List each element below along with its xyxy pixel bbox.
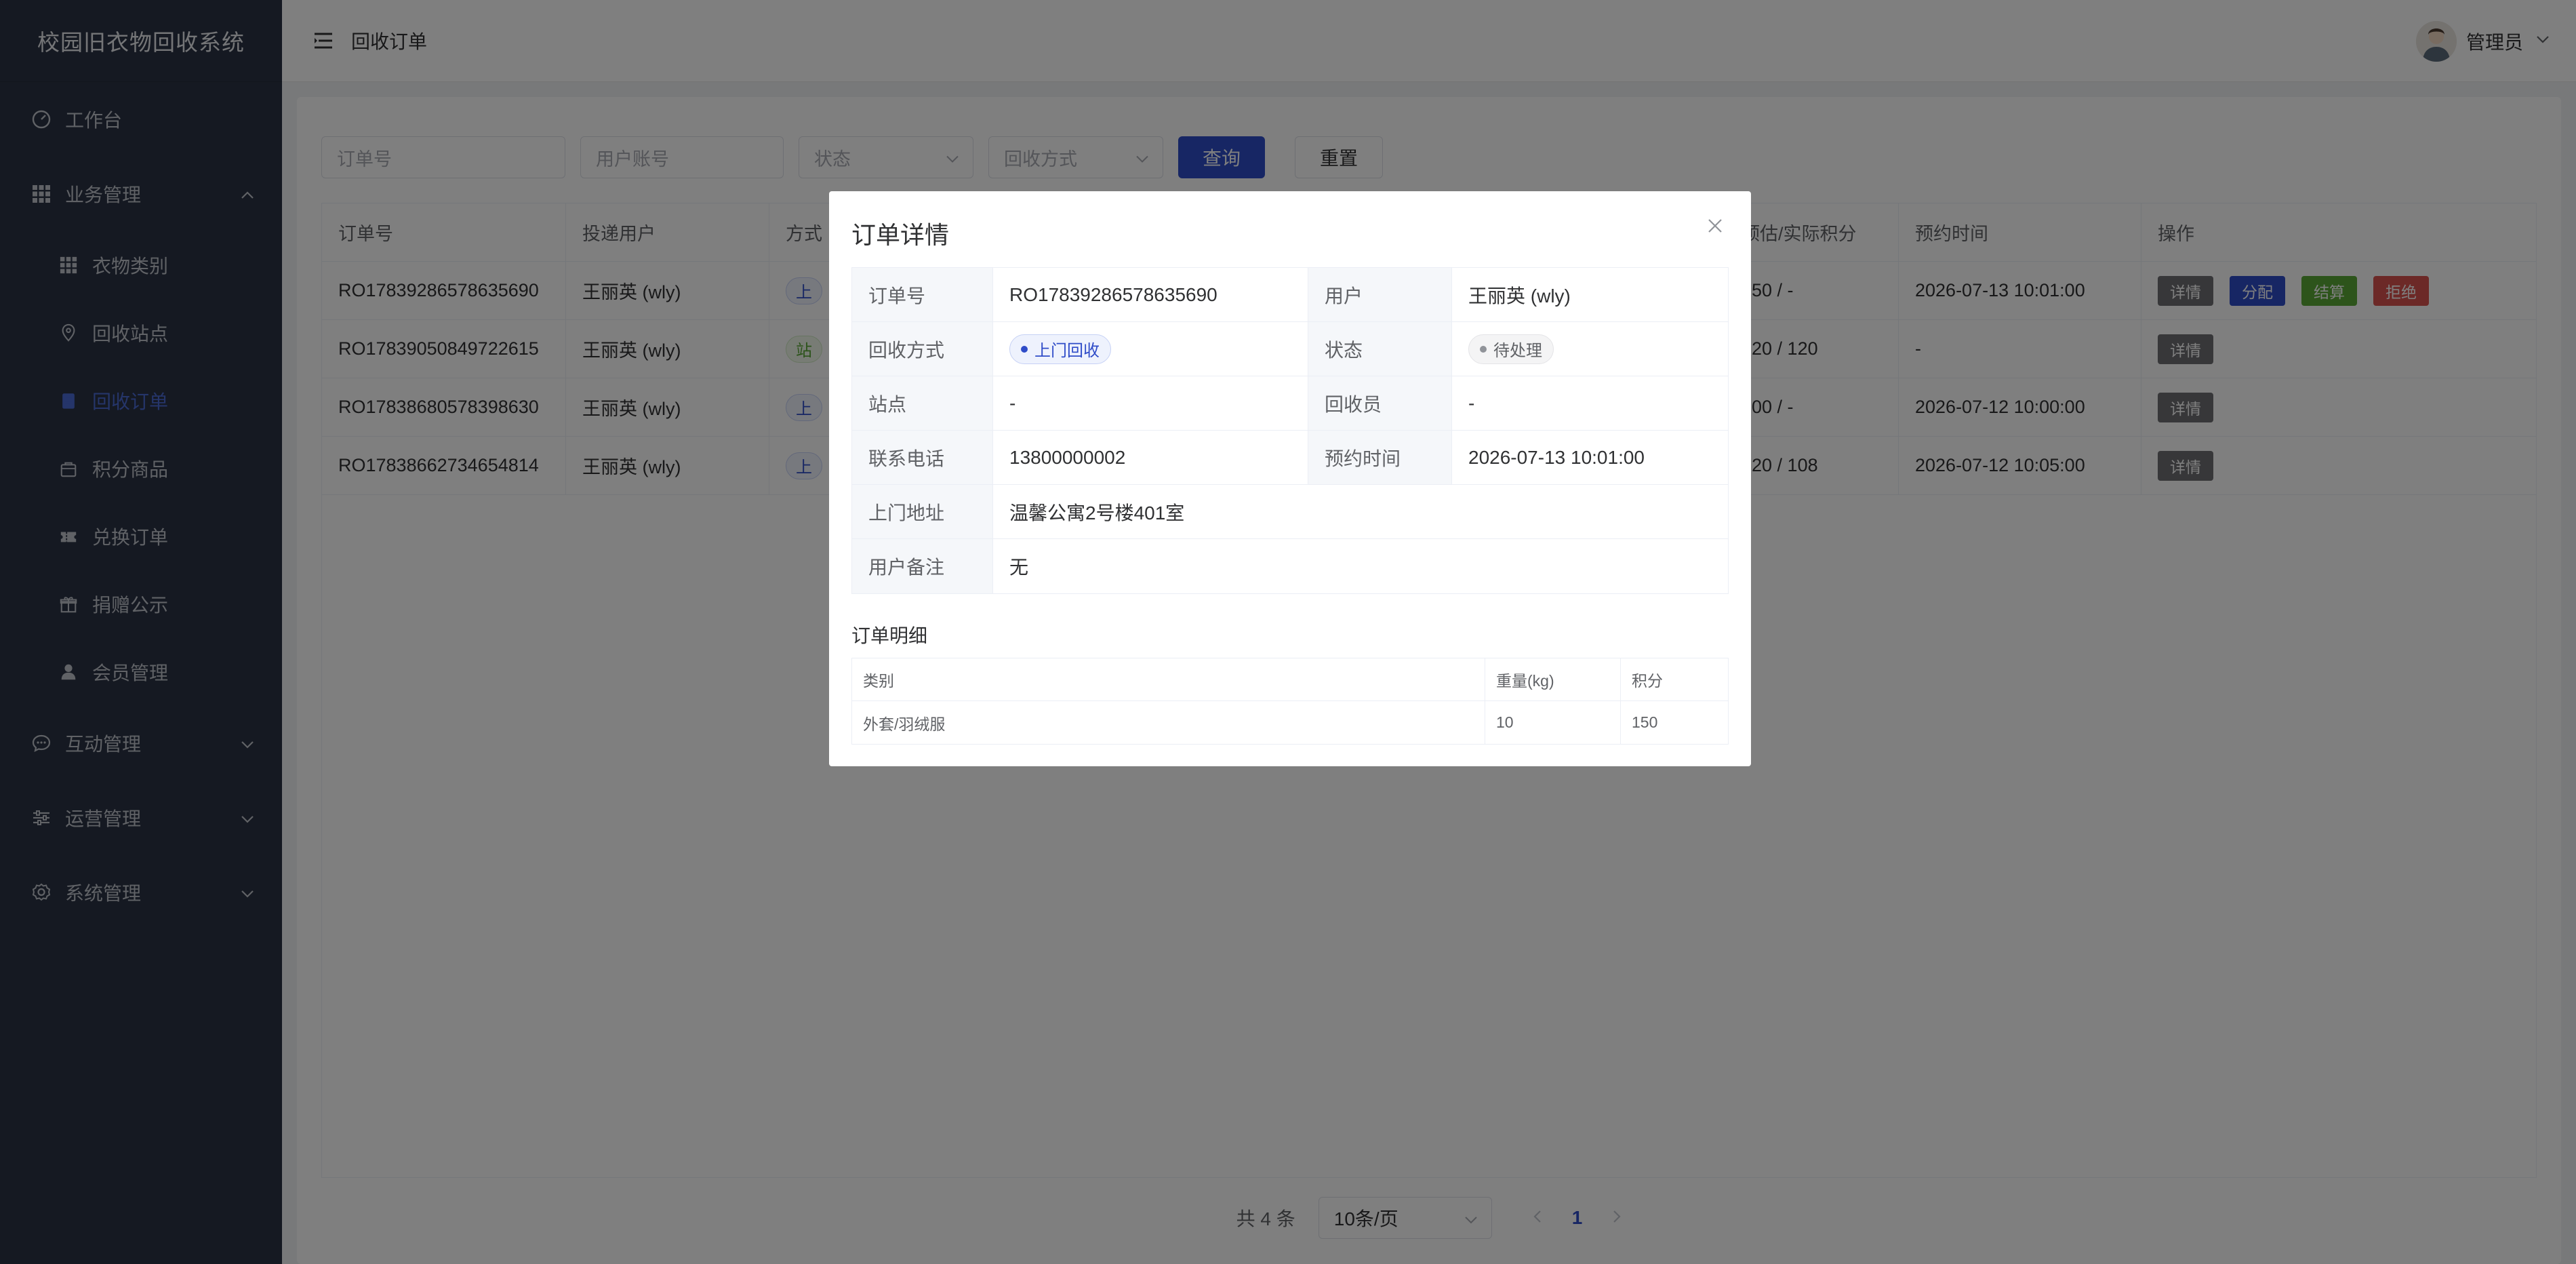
points-cell: 150 bbox=[1632, 713, 1658, 731]
order-detail-dialog: 订单详情 订单号 RO17839286578635690 用户 王丽英 (wly… bbox=[829, 191, 1751, 766]
desc-label: 联系电话 bbox=[852, 431, 993, 484]
dot-icon bbox=[1021, 345, 1028, 353]
order-descriptions: 订单号 RO17839286578635690 用户 王丽英 (wly) 回收方… bbox=[851, 267, 1729, 594]
method-tag-label: 上门回收 bbox=[1034, 342, 1100, 360]
desc-label: 回收员 bbox=[1308, 376, 1452, 430]
desc-label: 回收方式 bbox=[852, 322, 993, 376]
remark-value: 无 bbox=[1009, 557, 1029, 578]
address-value: 温馨公寓2号楼401室 bbox=[1009, 502, 1185, 524]
desc-row: 上门地址 温馨公寓2号楼401室 bbox=[852, 485, 1728, 539]
desc-label: 预约时间 bbox=[1308, 431, 1452, 484]
desc-label: 上门地址 bbox=[852, 485, 993, 538]
method-value: 上门回收 bbox=[993, 322, 1308, 376]
phone-value: 13800000002 bbox=[993, 431, 1308, 484]
column-header: 积分 bbox=[1632, 672, 1663, 690]
category-cell: 外套/羽绒服 bbox=[852, 701, 1485, 744]
order-items-table: 类别 重量(kg) 积分 外套/羽绒服 10 150 bbox=[851, 658, 1729, 745]
desc-row: 回收方式 上门回收 状态 待处理 bbox=[852, 322, 1728, 376]
table-header: 类别 重量(kg) 积分 bbox=[852, 658, 1728, 701]
desc-label: 订单号 bbox=[852, 268, 993, 321]
column-header: 重量(kg) bbox=[1485, 658, 1621, 700]
desc-row: 订单号 RO17839286578635690 用户 王丽英 (wly) bbox=[852, 268, 1728, 322]
order-no-value: RO17839286578635690 bbox=[993, 268, 1308, 321]
user-value: 王丽英 (wly) bbox=[1468, 285, 1571, 307]
dialog-title: 订单详情 bbox=[851, 221, 950, 249]
collector-value: - bbox=[1468, 392, 1475, 414]
detail-section-title: 订单明细 bbox=[851, 625, 928, 646]
method-tag: 上门回收 bbox=[1009, 334, 1111, 364]
status-badge: 待处理 bbox=[1468, 334, 1554, 364]
dot-icon bbox=[1480, 345, 1487, 353]
desc-label: 状态 bbox=[1308, 322, 1452, 376]
weight-cell: 10 bbox=[1485, 701, 1621, 744]
desc-label: 站点 bbox=[852, 376, 993, 430]
status-value: 待处理 bbox=[1452, 322, 1728, 376]
desc-label: 用户备注 bbox=[852, 539, 993, 593]
close-icon[interactable] bbox=[1704, 214, 1727, 237]
desc-row: 联系电话 13800000002 预约时间 2026-07-13 10:01:0… bbox=[852, 431, 1728, 485]
desc-label: 用户 bbox=[1308, 268, 1452, 321]
station-value: - bbox=[993, 376, 1308, 430]
status-badge-label: 待处理 bbox=[1493, 342, 1542, 360]
desc-row: 用户备注 无 bbox=[852, 539, 1728, 593]
table-row: 外套/羽绒服 10 150 bbox=[852, 701, 1728, 744]
appointment-time-value: 2026-07-13 10:01:00 bbox=[1468, 446, 1645, 468]
column-header: 类别 bbox=[852, 658, 1485, 700]
desc-row: 站点 - 回收员 - bbox=[852, 376, 1728, 431]
